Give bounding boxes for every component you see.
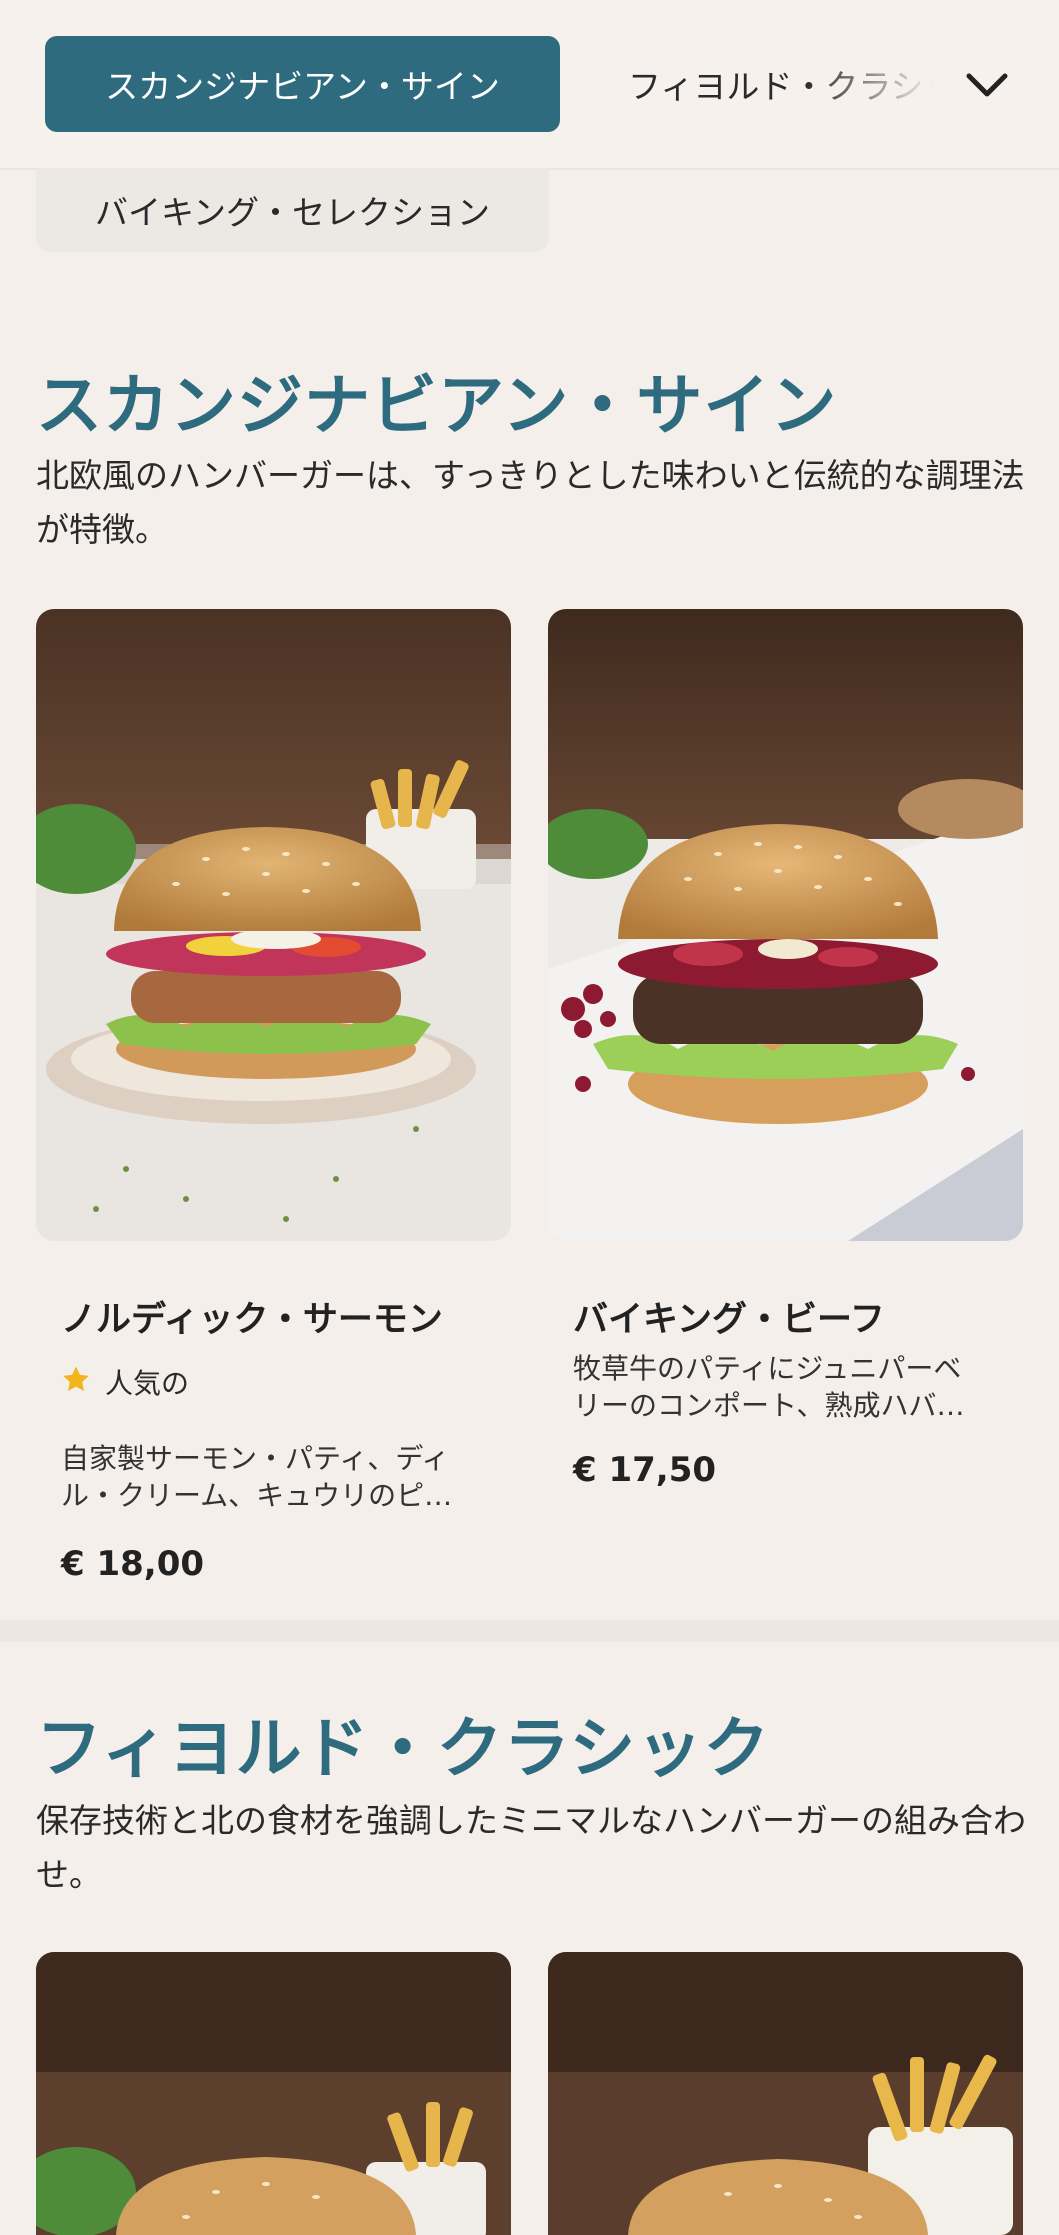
menu-item-price: € 18,00 [61,1544,205,1584]
section-title: スカンジナビアン・サイン [36,367,838,444]
category-chip-label: スカンジナビアン・サイン [105,67,500,106]
menu-item-name: ノルディック・サーモン [61,1300,443,1340]
category-chip-next[interactable]: フィヨルド・クラシック [610,36,935,132]
menu-item-card[interactable]: ノルディック・サーモン 人気の 自家製サーモン・パティ、ディル・クリーム、キュウ… [36,609,511,1584]
menu-item-image [36,1952,511,2235]
menu-item-price: € 17,50 [573,1450,717,1490]
section-description: 北欧風のハンバーガーは、すっきりとした味わいと伝統的な調理法が特徴。 [36,456,1025,549]
section-title: フィヨルド・クラシック [36,1710,771,1787]
menu-item-card[interactable] [36,1952,511,2235]
category-chip-third[interactable]: バイキング・セレクション [36,168,549,252]
section-divider [0,1620,1059,1642]
menu-item-card[interactable]: バイキング・ビーフ 牧草牛のパティにジュニパーベリーのコンポート、熟成ハバ… €… [548,609,1023,1490]
chevron-down-icon[interactable] [962,60,1012,110]
category-nav: スカンジナビアン・サイン フィヨルド・クラシック [0,0,1059,170]
badge-label: 人気の [105,1367,190,1400]
menu-item-image [548,1952,1023,2235]
category-chip-active[interactable]: スカンジナビアン・サイン [45,36,560,132]
category-chip-label: バイキング・セレクション [94,193,490,232]
menu-item-name: バイキング・ビーフ [573,1300,885,1340]
menu-item-card[interactable] [548,1952,1023,2235]
menu-item-image [548,609,1023,1241]
menu-item-description: 自家製サーモン・パティ、ディル・クリーム、キュウリのピクルス [61,1442,453,1512]
star-icon [61,1364,91,1401]
menu-item-image [36,609,511,1241]
section-description: 保存技術と北の食材を強調したミニマルなハンバーガーの組み合わせ。 [36,1801,1026,1894]
menu-item-description: 牧草牛のパティにジュニパーベリーのコンポート、熟成ハバ… [573,1352,965,1422]
category-chip-label: フィヨルド・クラシック [628,67,935,106]
popular-badge: 人気の [61,1362,511,1402]
